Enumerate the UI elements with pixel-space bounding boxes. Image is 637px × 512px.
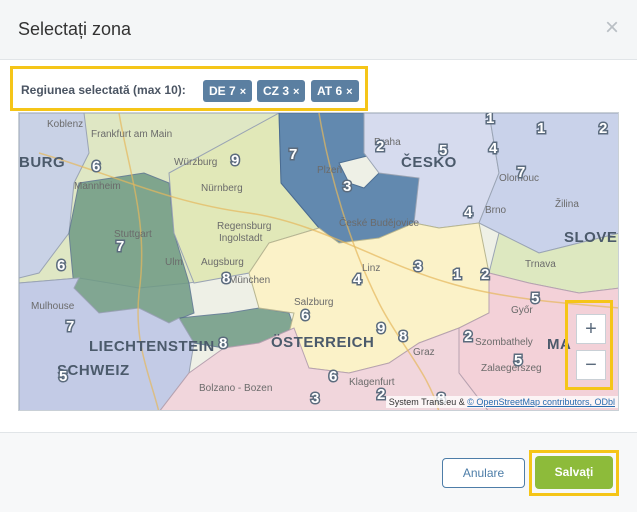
- zoom-in-button[interactable]: +: [576, 314, 606, 344]
- zone-map[interactable]: Koblenz Frankfurt am Main Würzburg Mannh…: [18, 112, 619, 411]
- zone-number: 7: [289, 146, 297, 163]
- zone-number: 2: [464, 328, 472, 345]
- place-label: Brno: [485, 205, 507, 216]
- place-label: Mannheim: [74, 181, 121, 192]
- zone-number: 7: [116, 238, 124, 255]
- selected-region-bar: Regiunea selectată (max 10): DE 7 × CZ 3 ×…: [10, 66, 368, 111]
- place-label: Bolzano - Bozen: [199, 383, 272, 394]
- zone-number: 5: [514, 352, 522, 369]
- zone-number: 2: [481, 266, 489, 283]
- place-label: Linz: [362, 263, 380, 274]
- place-label: Győr: [511, 305, 533, 316]
- country-label: SCHWEIZ: [57, 362, 130, 379]
- zone-number: 2: [599, 120, 607, 137]
- country-label: ÖSTERREICH: [271, 334, 374, 351]
- zone-number: 6: [92, 158, 100, 175]
- zone-number: 2: [376, 138, 384, 155]
- zone-number: 3: [311, 390, 319, 407]
- place-label: Frankfurt am Main: [91, 129, 172, 140]
- remove-icon[interactable]: ×: [240, 86, 246, 98]
- place-label: München: [229, 275, 270, 286]
- remove-icon[interactable]: ×: [293, 86, 299, 98]
- dialog-title: Selectați zona: [18, 19, 132, 39]
- region-tag-at6[interactable]: AT 6 ×: [311, 80, 359, 102]
- attribution-text: System Trans.eu &: [388, 397, 468, 407]
- place-label: Mulhouse: [31, 301, 75, 312]
- place-label: Salzburg: [294, 297, 333, 308]
- zone-number: 3: [414, 258, 422, 275]
- zone-number: 7: [517, 164, 525, 181]
- zone-number: 4: [353, 271, 362, 288]
- place-label: Szombathely: [475, 337, 533, 348]
- country-label: BURG: [19, 154, 65, 171]
- place-label: Trnava: [525, 259, 556, 270]
- map-canvas[interactable]: Koblenz Frankfurt am Main Würzburg Mannh…: [19, 113, 619, 411]
- zone-number: 7: [66, 318, 74, 335]
- tag-label: CZ 3: [263, 84, 290, 98]
- place-label: Ingolstadt: [219, 233, 263, 244]
- zone-number: 6: [329, 368, 337, 385]
- osm-link[interactable]: © OpenStreetMap contributors, ODbl: [467, 397, 615, 407]
- place-label: Ulm: [165, 257, 183, 268]
- place-label: Regensburg: [217, 221, 271, 232]
- zone-number: 8: [219, 335, 227, 352]
- dialog-header: Selectați zona ×: [0, 0, 637, 60]
- place-label: Graz: [413, 347, 435, 358]
- tag-label: AT 6: [317, 84, 343, 98]
- zone-number: 1: [453, 266, 461, 283]
- zone-number: 4: [464, 204, 473, 221]
- place-label: Plzeň: [317, 165, 342, 176]
- country-label: LIECHTENSTEIN: [89, 338, 215, 355]
- country-label: ČESKO: [401, 153, 457, 171]
- zone-number: 9: [377, 320, 385, 337]
- tag-label: DE 7: [209, 84, 236, 98]
- place-label: Nürnberg: [201, 183, 243, 194]
- zone-number: 5: [439, 142, 447, 159]
- zone-number: 6: [301, 307, 309, 324]
- zone-number: 6: [57, 257, 65, 274]
- place-label: České Budějovice: [339, 216, 419, 229]
- zone-number: 2: [377, 386, 385, 403]
- zone-number: 1: [486, 113, 494, 127]
- map-attribution: System Trans.eu & © OpenStreetMap contri…: [385, 396, 618, 408]
- save-button[interactable]: Salvați: [535, 456, 613, 489]
- zone-number: 5: [59, 368, 67, 385]
- place-label: Žilina: [555, 197, 579, 210]
- place-label: Augsburg: [201, 257, 244, 268]
- zone-number: 5: [531, 290, 539, 307]
- cancel-button[interactable]: Anulare: [442, 458, 525, 488]
- zone-number: 3: [343, 178, 351, 195]
- place-label: Zalaegerszeg: [481, 363, 542, 374]
- region-tag-cz3[interactable]: CZ 3 ×: [257, 80, 306, 102]
- region-tag-de7[interactable]: DE 7 ×: [203, 80, 253, 102]
- place-label: Klagenfurt: [349, 377, 395, 388]
- close-icon[interactable]: ×: [605, 14, 619, 42]
- zoom-out-button[interactable]: −: [576, 350, 606, 380]
- zone-number: 9: [231, 152, 239, 169]
- place-label: Koblenz: [47, 119, 83, 130]
- place-label: Würzburg: [174, 157, 217, 168]
- remove-icon[interactable]: ×: [346, 86, 352, 98]
- zone-number: 4: [489, 140, 498, 157]
- selected-region-label: Regiunea selectată (max 10):: [21, 83, 186, 97]
- country-label: SLOVEN: [564, 229, 619, 246]
- zone-number: 8: [399, 328, 407, 345]
- zone-number: 1: [537, 120, 545, 137]
- zone-number: 8: [222, 270, 230, 287]
